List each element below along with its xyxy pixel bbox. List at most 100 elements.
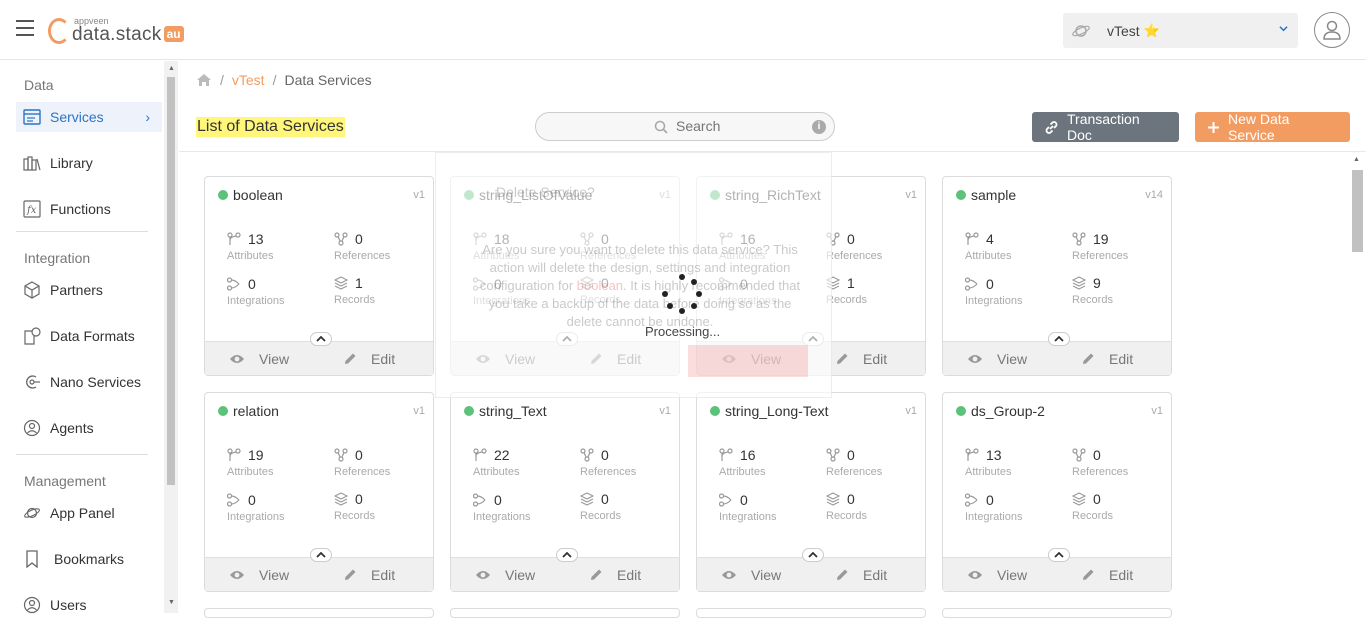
edit-button[interactable]: Edit [1081, 567, 1133, 583]
sidebar-item-nano-services[interactable]: Nano Services [16, 367, 162, 397]
service-card[interactable]: sample v14 4 Attributes 19 References 0 Integra… [942, 176, 1172, 376]
records-icon [334, 492, 348, 506]
references-icon [826, 448, 840, 462]
integrations-icon [227, 493, 241, 507]
breadcrumb-app-link[interactable]: vTest [232, 72, 265, 88]
service-version: v1 [413, 405, 425, 417]
service-card[interactable]: relation v1 19 Attributes 0 References 0 Integr… [204, 392, 434, 592]
new-data-service-button[interactable]: New Data Service [1195, 111, 1350, 143]
card-expand-toggle[interactable] [556, 548, 578, 562]
status-dot-icon [956, 190, 966, 200]
view-button[interactable]: View [229, 567, 289, 583]
view-button[interactable]: View [967, 567, 1027, 583]
records-stat: 0 Records [334, 491, 375, 522]
card-footer: View Edit [451, 557, 679, 591]
service-card[interactable]: string_Long-Text v1 16 Attributes 0 Reference… [696, 392, 926, 592]
records-label: Records [1072, 510, 1113, 522]
service-name[interactable]: string_Long-Text [725, 403, 829, 419]
user-icon [1323, 20, 1341, 40]
service-card-partial [204, 608, 434, 618]
sidebar-item-agents[interactable]: Agents [16, 413, 162, 443]
edit-button[interactable]: Edit [343, 567, 395, 583]
scroll-down-arrow-icon[interactable]: ▼ [168, 599, 175, 606]
scroll-up-arrow-icon[interactable]: ▲ [1353, 156, 1360, 163]
breadcrumb-current: Data Services [284, 72, 372, 88]
app-selector[interactable]: vTest ⭐ [1063, 13, 1298, 48]
edit-button[interactable]: Edit [343, 351, 395, 367]
status-dot-icon [218, 190, 228, 200]
sidebar-item-services[interactable]: Services › [16, 102, 162, 132]
integrations-icon [473, 493, 487, 507]
records-stat: 9 Records [1072, 275, 1113, 306]
sidebar-item-partners[interactable]: Partners [16, 275, 162, 305]
service-name[interactable]: boolean [233, 187, 283, 203]
processing-text: Processing... [645, 324, 721, 339]
card-expand-toggle[interactable] [1048, 548, 1070, 562]
new-data-service-label: New Data Service [1228, 111, 1290, 143]
view-label: View [997, 351, 1028, 367]
breadcrumb: / vTest / Data Services [196, 72, 372, 88]
sidebar-item-users[interactable]: Users [16, 590, 162, 620]
view-button[interactable]: View [721, 567, 781, 583]
references-count: 0 [601, 447, 609, 463]
attributes-count: 16 [740, 447, 756, 463]
records-count: 9 [1093, 275, 1101, 291]
references-label: References [826, 466, 883, 478]
main-scrollbar[interactable]: ▲ [1349, 152, 1366, 613]
logo[interactable]: appveen data.stack au [48, 14, 184, 46]
integrations-count: 0 [986, 492, 994, 508]
sidebar-scrollbar[interactable]: ▲ ▼ [164, 61, 178, 613]
card-expand-toggle[interactable] [310, 332, 332, 346]
search-box[interactable]: i [535, 112, 835, 141]
service-card[interactable]: string_Text v1 22 Attributes 0 References 0 Int… [450, 392, 680, 592]
edit-label: Edit [863, 567, 888, 583]
app-selector-value: vTest [1107, 22, 1140, 39]
eye-icon [967, 569, 983, 581]
sidebar-item-data-formats[interactable]: Data Formats [16, 321, 162, 351]
service-card[interactable]: boolean v1 13 Attributes 0 References 0 Integra… [204, 176, 434, 376]
card-expand-toggle[interactable] [802, 548, 824, 562]
service-card-partial [696, 608, 926, 618]
view-button[interactable]: View [229, 351, 289, 367]
sidebar-item-library[interactable]: Library [16, 148, 162, 178]
edit-button[interactable]: Edit [1081, 351, 1133, 367]
card-expand-toggle[interactable] [1048, 332, 1070, 346]
status-dot-icon [710, 406, 720, 416]
service-name[interactable]: ds_Group-2 [971, 403, 1045, 419]
scroll-up-arrow-icon[interactable]: ▲ [168, 65, 175, 72]
chevron-up-icon [1054, 336, 1064, 342]
sidebar-item-functions[interactable]: fx Functions [16, 194, 162, 224]
service-name[interactable]: relation [233, 403, 279, 419]
sidebar-item-bookmarks[interactable]: Bookmarks [16, 544, 162, 574]
pencil-icon [589, 568, 603, 582]
view-button[interactable]: View [475, 567, 535, 583]
main-scroll-thumb[interactable] [1352, 170, 1363, 252]
agents-icon [22, 418, 42, 438]
user-avatar[interactable] [1314, 12, 1350, 48]
sidebar-scroll-thumb[interactable] [167, 77, 175, 485]
records-label: Records [826, 294, 867, 306]
integrations-count: 0 [740, 492, 748, 508]
chevron-up-icon [1054, 552, 1064, 558]
service-card[interactable]: ds_Group-2 v1 13 Attributes 0 References 0 Inte… [942, 392, 1172, 592]
edit-button[interactable]: Edit [835, 567, 887, 583]
service-name[interactable]: sample [971, 187, 1016, 203]
service-name[interactable]: string_Text [479, 403, 547, 419]
edit-button[interactable]: Edit [835, 351, 887, 367]
search-input[interactable] [676, 118, 796, 134]
chevron-up-icon [316, 336, 326, 342]
card-expand-toggle[interactable] [310, 548, 332, 562]
view-button[interactable]: View [967, 351, 1027, 367]
info-icon[interactable]: i [812, 120, 826, 134]
references-icon [1072, 232, 1086, 246]
sidebar-item-app-panel[interactable]: App Panel [16, 498, 162, 528]
integrations-icon [227, 277, 241, 291]
home-icon[interactable] [196, 73, 212, 87]
records-count: 1 [847, 275, 855, 291]
transaction-doc-button[interactable]: Transaction Doc [1032, 111, 1179, 143]
integrations-stat: 0 Integrations [965, 276, 1022, 307]
edit-button[interactable]: Edit [589, 567, 641, 583]
service-version: v14 [1145, 189, 1163, 201]
attributes-icon [719, 448, 733, 462]
hamburger-menu-icon[interactable] [16, 20, 34, 36]
